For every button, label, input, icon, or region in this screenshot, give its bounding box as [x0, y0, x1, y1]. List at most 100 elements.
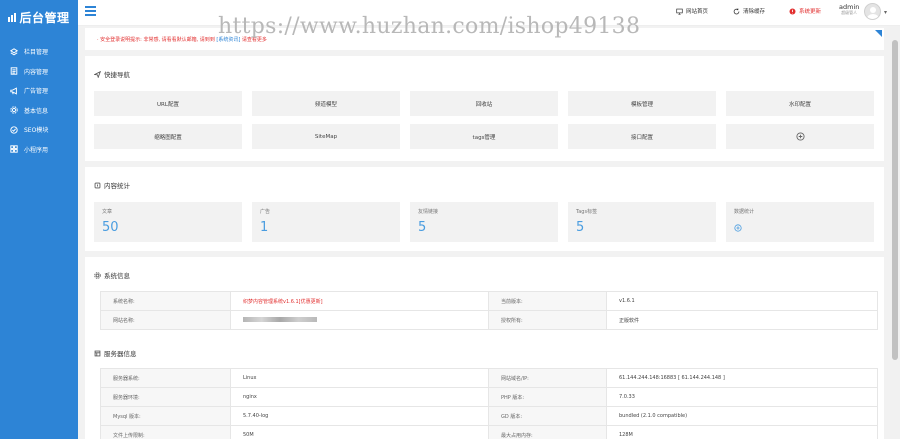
table-key: 当前版本:: [488, 291, 607, 311]
user-info[interactable]: admin 超级管人: [839, 3, 859, 16]
quick-add-button[interactable]: [726, 124, 874, 149]
table-key: 授权所有:: [488, 310, 607, 330]
sidebar-item-miniprogram[interactable]: 小程序用: [0, 140, 78, 160]
stat-links[interactable]: 友情链接 5: [410, 202, 558, 242]
notice-link[interactable]: [系统资讯]: [216, 37, 240, 43]
logo-mark-icon: [8, 12, 17, 22]
table-row: 服务器环境: nginx PHP 版本: 7.0.33: [100, 387, 878, 407]
quick-api-config[interactable]: 接口配置: [568, 124, 716, 149]
logo[interactable]: 后台管理: [0, 0, 78, 34]
server-info-title-text: 服务器信息: [104, 350, 137, 358]
server-info-table: 服务器系统: Linux 网站域名/IP: 61.144.244.148:168…: [100, 368, 878, 439]
table-key: PHP 版本:: [488, 387, 607, 407]
stat-tags[interactable]: Tags标签 5: [568, 202, 716, 242]
quick-nav-card: 快捷导航 URL配置 频道模型 回收站 模板管理 水印配置 缩略图配置 Site…: [85, 56, 884, 161]
document-icon: [9, 67, 18, 76]
table-value: 61.144.244.148:16883 [ 61.144.244.148 ]: [606, 368, 878, 388]
top-bar: 网站首页 清除缓存 系统更新 admin 超级管人 ▾: [78, 0, 900, 26]
quick-watermark-config[interactable]: 水印配置: [726, 91, 874, 116]
seo-icon: [9, 125, 18, 134]
stats-title: 内容统计: [94, 180, 130, 190]
sidebar-item-columns[interactable]: 栏目管理: [0, 42, 78, 62]
stats-title-text: 内容统计: [104, 182, 130, 190]
system-info-table: 系统名称: 织梦内容管理系统v1.6.1[优惠更新] 当前版本: v1.6.1 …: [100, 291, 878, 330]
gear-icon: [94, 271, 101, 279]
corner-tag-icon: [875, 30, 882, 37]
table-value: [230, 310, 489, 330]
stat-label: Tags标签: [576, 209, 598, 215]
stat-value: 5: [576, 220, 585, 235]
quick-thumbnail-config[interactable]: 缩略图配置: [94, 124, 242, 149]
sidebar-item-content[interactable]: 内容管理: [0, 62, 78, 82]
table-key: 网站域名/IP:: [488, 368, 607, 388]
site-home-button[interactable]: 网站首页: [676, 7, 708, 15]
quick-sitemap[interactable]: SiteMap: [252, 124, 400, 149]
sidebar-item-label: 广告管理: [24, 88, 49, 96]
monitor-icon: [676, 8, 683, 15]
sidebar-item-seo[interactable]: SEO模块: [0, 120, 78, 140]
table-value: 织梦内容管理系统v1.6.1[优惠更新]: [230, 291, 489, 311]
stat-value: 50: [102, 220, 119, 235]
stats-card: 内容统计 文章 50 广告 1 友情链接 5 Tags标签 5 数据统计: [85, 167, 884, 251]
server-icon: [94, 350, 101, 356]
stat-label: 友情链接: [418, 209, 439, 215]
quick-nav-title: 快捷导航: [94, 69, 130, 79]
scrollbar-thumb[interactable]: [892, 40, 898, 360]
table-value: 128M: [606, 425, 878, 439]
table-key: Mysql 版本:: [100, 406, 231, 426]
sidebar-item-basic-info[interactable]: 基本信息: [0, 101, 78, 121]
logo-text: 后台管理: [19, 10, 70, 25]
system-info-title: 系统信息: [94, 270, 130, 280]
quick-nav-title-text: 快捷导航: [104, 71, 130, 79]
megaphone-icon: [9, 86, 18, 95]
grid-icon: [9, 145, 18, 154]
table-row: 系统名称: 织梦内容管理系统v1.6.1[优惠更新] 当前版本: v1.6.1: [100, 291, 878, 311]
chevron-down-icon[interactable]: ▾: [884, 9, 887, 16]
table-key: 网站名称:: [100, 310, 231, 330]
table-value: v1.6.1: [606, 291, 878, 311]
system-update-button[interactable]: 系统更新: [789, 7, 821, 15]
quick-channel-model[interactable]: 频道模型: [252, 91, 400, 116]
send-icon: [94, 70, 101, 78]
stat-ads[interactable]: 广告 1: [252, 202, 400, 242]
menu-toggle-icon[interactable]: [85, 6, 96, 16]
main-content: · 安全登录说明提示: 非常感, 请看看默认邮箱, 请到到 [系统资讯] 请查看…: [78, 26, 890, 439]
sidebar-item-ads[interactable]: 广告管理: [0, 81, 78, 101]
quick-tags-manage[interactable]: tags管理: [410, 124, 558, 149]
stat-label: 数据统计: [734, 209, 755, 215]
plus-circle-icon: [795, 132, 805, 141]
quick-url-config[interactable]: URL配置: [94, 91, 242, 116]
quick-recycle-bin[interactable]: 回收站: [410, 91, 558, 116]
table-value: 7.0.33: [606, 387, 878, 407]
notice-tail: 请查看更多: [241, 37, 267, 43]
table-value: Linux: [230, 368, 489, 388]
table-value: bundled (2.1.0 compatible): [606, 406, 878, 426]
plus-circle-icon: [734, 224, 742, 232]
table-row: 网站名称: 授权所有: 正版软件: [100, 310, 878, 330]
stat-data[interactable]: 数据统计: [726, 202, 874, 242]
layers-icon: [9, 47, 18, 56]
clear-cache-label: 清除缓存: [743, 9, 766, 15]
table-value: 50M: [230, 425, 489, 439]
stats-icon: [94, 182, 101, 188]
table-key: 文件上传限制:: [100, 425, 231, 439]
stat-value: 5: [418, 220, 427, 235]
stat-value: 1: [260, 220, 269, 235]
avatar[interactable]: [864, 3, 881, 20]
stat-articles[interactable]: 文章 50: [94, 202, 242, 242]
system-update-label: 系统更新: [799, 9, 822, 15]
refresh-icon: [733, 8, 740, 14]
table-value: nginx: [230, 387, 489, 407]
quick-template-manage[interactable]: 模板管理: [568, 91, 716, 116]
sidebar-item-label: 内容管理: [24, 68, 49, 76]
table-key: 系统名称:: [100, 291, 231, 311]
redacted-site-name: [243, 317, 317, 322]
server-info-title: 服务器信息: [94, 348, 137, 358]
clear-cache-button[interactable]: 清除缓存: [733, 7, 765, 15]
table-row: Mysql 版本: 5.7.40-log GD 版本: bundled (2.1…: [100, 406, 878, 426]
system-card: 系统信息 系统名称: 织梦内容管理系统v1.6.1[优惠更新] 当前版本: v1…: [85, 257, 884, 439]
stat-label: 文章: [102, 209, 113, 215]
table-key: 服务器系统:: [100, 368, 231, 388]
alert-icon: [789, 7, 796, 15]
sidebar-item-label: SEO模块: [24, 127, 49, 135]
